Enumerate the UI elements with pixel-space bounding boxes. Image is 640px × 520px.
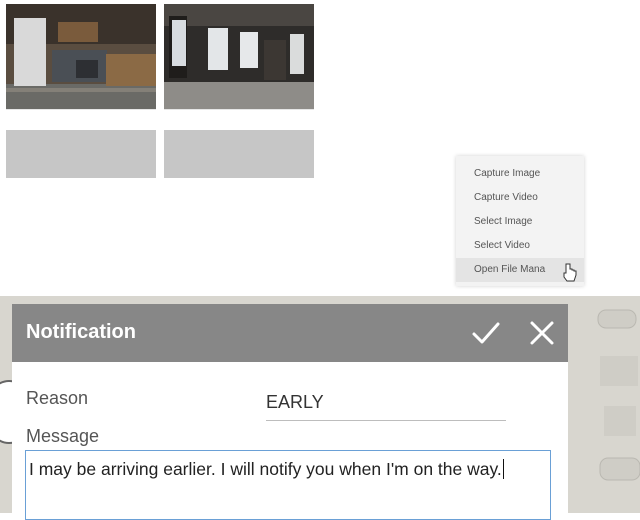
dialog-header: Notification: [12, 304, 568, 362]
menu-item-select-image[interactable]: Select Image: [456, 210, 584, 234]
text-caret: [502, 459, 504, 479]
photo-kitchen: [6, 4, 156, 109]
notification-dialog: Notification Reason EARLY Message I may …: [12, 304, 568, 520]
reason-label: Reason: [26, 388, 89, 408]
photo-thumbnail-kitchen[interactable]: [6, 4, 156, 178]
thumbnail-caption-bar: [164, 130, 314, 178]
checkmark-icon[interactable]: [471, 318, 501, 348]
divider: [164, 109, 314, 110]
photo-thumbnail-room[interactable]: [164, 4, 314, 178]
dialog-title: Notification: [26, 321, 136, 343]
photo-room: [164, 4, 314, 109]
message-text: I may be arriving earlier. I will notify…: [29, 459, 502, 479]
hand-cursor-icon: [563, 263, 577, 282]
close-icon[interactable]: [527, 318, 557, 348]
menu-item-select-video[interactable]: Select Video: [456, 234, 584, 258]
thumbnail-caption-bar: [6, 130, 156, 178]
divider: [6, 109, 156, 110]
menu-item-capture-image[interactable]: Capture Image: [456, 162, 584, 186]
message-input[interactable]: I may be arriving earlier. I will notify…: [25, 450, 551, 520]
menu-item-capture-video[interactable]: Capture Video: [456, 186, 584, 210]
message-label: Message: [26, 426, 100, 446]
reason-field[interactable]: EARLY: [266, 390, 506, 421]
